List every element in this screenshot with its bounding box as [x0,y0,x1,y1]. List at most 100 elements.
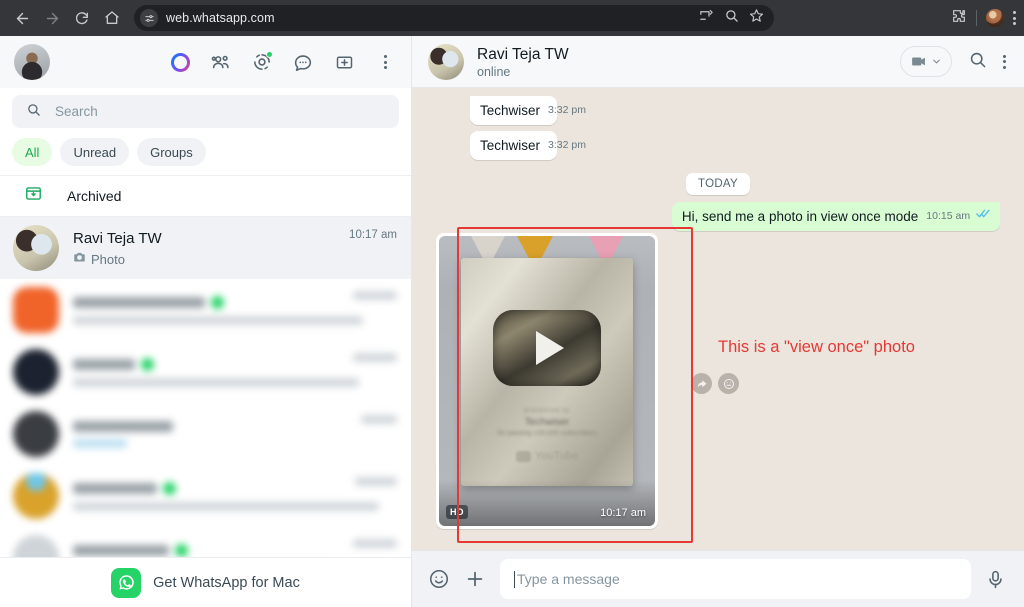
status-icon[interactable] [250,50,274,74]
message-text: Techwiser [480,103,541,118]
sidebar: Search All Unread Groups Archived Ravi T… [0,36,412,607]
photo-bubble[interactable]: presented to Techwiser for passing 100,0… [436,233,658,529]
sidebar-menu-icon[interactable] [373,50,397,74]
message-meta: 10:15 am [926,207,991,226]
message-bubble-incoming[interactable]: Techwiser 3:32 pm [470,96,586,125]
avatar [13,287,59,333]
message-bubble-incoming[interactable]: Techwiser 3:32 pm [470,131,586,160]
video-call-button[interactable] [900,46,952,77]
avatar[interactable] [14,44,50,80]
message-input-placeholder: Type a message [517,571,620,587]
chat-item-content [73,420,347,448]
date-divider: TODAY [685,173,751,195]
view-once-photo[interactable]: presented to Techwiser for passing 100,0… [439,236,655,526]
hd-badge: HD [446,505,468,519]
zoom-search-icon[interactable] [724,8,739,28]
chat-list[interactable]: Ravi Teja TW Photo 10:17 am [0,217,411,557]
message-composer: Type a message [412,550,1024,607]
forward-button[interactable] [38,4,66,32]
emoji-icon[interactable] [718,373,739,394]
communities-icon[interactable] [209,50,233,74]
reload-button[interactable] [68,4,96,32]
avatar [13,535,59,557]
date-divider-label: TODAY [685,173,751,195]
puzzle-icon[interactable] [951,8,967,29]
contact-name: Ravi Teja TW [477,45,569,63]
archived-label: Archived [67,188,122,204]
status-badge [266,51,273,58]
avatar[interactable] [428,43,464,80]
new-chat-icon[interactable] [332,50,356,74]
engraving-line-1: presented to [524,408,570,414]
chat-header-info[interactable]: Ravi Teja TW online [477,45,569,79]
chat-list-item-redacted[interactable] [0,465,411,527]
chat-list-item-redacted[interactable] [0,341,411,403]
chat-item-content [73,295,363,325]
unread-badge [141,357,154,371]
chat-panel: Ravi Teja TW online Techwiser 3:32 pm Te… [412,36,1024,607]
forward-arrow-icon[interactable] [691,373,712,394]
star-icon[interactable] [749,8,764,28]
text-cursor [514,570,515,588]
avatar [13,349,59,395]
filter-groups[interactable]: Groups [137,138,206,166]
meta-ai-icon[interactable] [168,50,192,74]
archived-row[interactable]: Archived [0,175,411,217]
chat-menu-icon[interactable] [1003,54,1006,69]
whatsapp-web-screenshot: web.whatsapp.com Search All Unread Group… [0,0,1024,607]
plus-icon[interactable] [464,568,486,590]
sidebar-header [0,36,411,88]
chat-list-item-redacted[interactable] [0,279,411,341]
browser-toolbar: web.whatsapp.com [0,0,1024,36]
photo-time: 10:17 am [600,507,646,519]
message-list: Techwiser 3:32 pm Techwiser 3:32 pm TODA… [412,88,1024,550]
address-bar[interactable]: web.whatsapp.com [134,5,774,31]
chevron-down-icon [933,59,940,64]
camera-icon [73,251,86,267]
divider [976,10,977,26]
chat-list-item-redacted[interactable] [0,527,411,557]
get-whatsapp-for-mac-banner[interactable]: Get WhatsApp for Mac [0,557,411,607]
chat-item-preview: Photo [73,251,335,267]
avatar [13,411,59,457]
contact-status: online [477,64,511,79]
engraving-line-2: Techwiser [524,417,570,428]
chat-item-name: Ravi Teja TW [73,230,162,247]
plaque-engraving: presented to Techwiser for passing 100,0… [461,408,633,437]
chat-filters: All Unread Groups [0,134,411,175]
tune-icon[interactable] [140,9,158,27]
chat-header: Ravi Teja TW online [412,36,1024,88]
kebab-menu-icon[interactable] [1013,11,1016,25]
url-text: web.whatsapp.com [166,11,275,25]
annotation-text: This is a "view once" photo [718,338,915,356]
message-text: Hi, send me a photo in view once mode [681,209,919,224]
message-time: 10:15 am [926,210,971,222]
emoji-icon[interactable] [428,568,450,590]
chat-list-item-ravi-teja-tw[interactable]: Ravi Teja TW Photo 10:17 am [0,217,411,279]
photo-message[interactable]: presented to Techwiser for passing 100,0… [436,233,658,529]
chat-search-icon[interactable] [968,50,987,74]
message-input[interactable]: Type a message [500,559,971,599]
youtube-brand-mark: YouTube [515,450,578,462]
back-button[interactable] [8,4,36,32]
channels-icon[interactable] [291,50,315,74]
profile-avatar[interactable] [986,9,1004,27]
message-hover-actions [691,373,739,394]
message-bubble-outgoing[interactable]: Hi, send me a photo in view once mode 10… [671,202,1000,231]
chat-item-content [73,543,339,558]
chat-item-content: Ravi Teja TW Photo [73,229,335,267]
filter-all[interactable]: All [12,138,53,166]
play-button-cutout [493,310,601,386]
whatsapp-logo-icon [111,567,142,598]
microphone-icon[interactable] [985,569,1006,590]
get-app-label: Get WhatsApp for Mac [153,574,300,591]
search-container: Search [0,88,411,134]
home-button[interactable] [98,4,126,32]
cast-icon[interactable] [699,8,714,28]
unread-badge [163,481,176,495]
filter-unread[interactable]: Unread [60,138,130,166]
search-input[interactable]: Search [12,95,399,128]
read-receipt-icon [976,208,991,219]
chat-list-item-redacted[interactable] [0,403,411,465]
whatsapp-app: Search All Unread Groups Archived Ravi T… [0,36,1024,607]
